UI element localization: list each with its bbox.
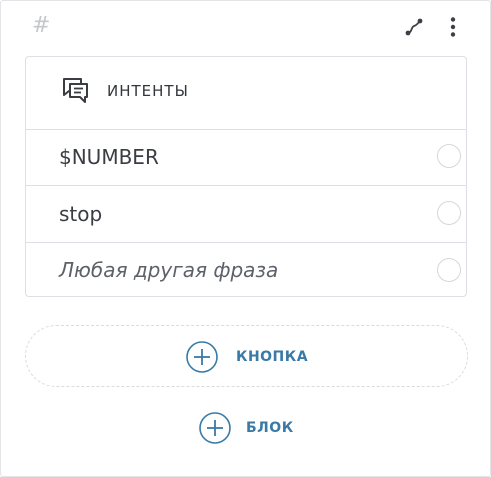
connect-path-icon[interactable] <box>403 16 425 38</box>
intent-label: $NUMBER <box>59 145 159 169</box>
intent-connector-handle[interactable] <box>437 258 461 282</box>
intents-panel: ИНТЕНТЫ $NUMBER stop Любая другая фраза <box>25 56 467 297</box>
intent-connector-handle[interactable] <box>437 144 461 168</box>
more-vertical-icon[interactable] <box>442 16 464 38</box>
intent-label: Любая другая фраза <box>59 258 279 282</box>
intent-connector-handle[interactable] <box>437 201 461 225</box>
plus-circle-icon <box>199 412 231 444</box>
add-block-button[interactable]: БЛОК <box>199 411 309 445</box>
intent-item[interactable]: $NUMBER <box>26 129 466 186</box>
add-button-label: КНОПКА <box>236 349 309 365</box>
intent-label: stop <box>59 202 103 226</box>
intents-title: ИНТЕНТЫ <box>107 82 189 100</box>
add-button-button[interactable]: КНОПКА <box>25 325 468 387</box>
intent-item-fallback[interactable]: Любая другая фраза <box>26 243 466 296</box>
block-card: # ИНТЕНТЫ $NUMBER stop Любая другая фраз… <box>0 0 491 477</box>
chat-bubbles-icon <box>61 76 91 106</box>
intent-item[interactable]: stop <box>26 186 466 243</box>
block-hash-symbol: # <box>32 13 51 38</box>
intents-header: ИНТЕНТЫ <box>26 57 466 130</box>
add-block-label: БЛОК <box>246 420 294 436</box>
plus-circle-icon <box>186 341 218 373</box>
